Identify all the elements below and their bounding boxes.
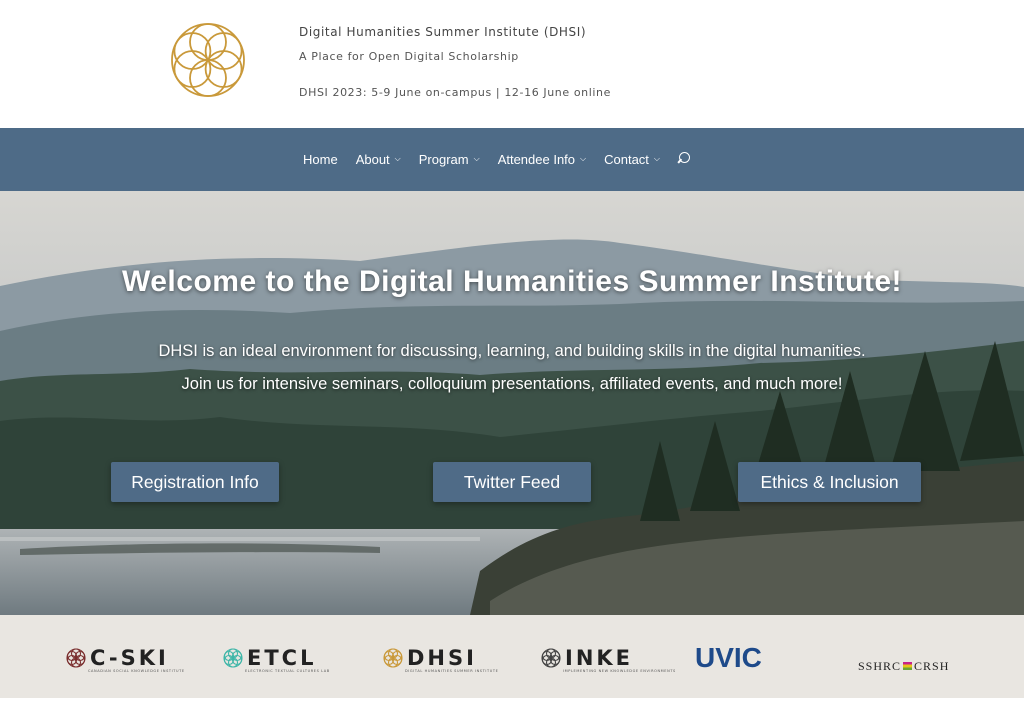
chevron-down-icon: ⌵ (580, 153, 587, 163)
registration-info-button[interactable]: Registration Info (111, 462, 279, 502)
partner-logos: C-SKI CANADIAN SOCIAL KNOWLEDGE INSTITUT… (0, 615, 1024, 698)
nav-list: Home About ⌵ Program ⌵ Attendee Info ⌵ C… (303, 128, 692, 191)
sshrc-logo-text-right: CRSH (914, 658, 950, 673)
site-title[interactable]: Digital Humanities Summer Institute (DHS… (299, 25, 586, 39)
etcl-logo-subtitle: ELECTRONIC TEXTUAL CULTURES LAB (245, 669, 330, 673)
etcl-logo[interactable]: ETCL ELECTRONIC TEXTUAL CULTURES LAB (223, 643, 329, 673)
chevron-down-icon: ⌵ (653, 153, 660, 163)
hero-title: Welcome to the Digital Humanities Summer… (121, 265, 903, 298)
nav-item-attendee-info[interactable]: Attendee Info ⌵ (498, 152, 586, 167)
dhsi-logo[interactable]: DHSI DIGITAL HUMANITIES SUMMER INSTITUTE (383, 643, 498, 673)
inke-logo-subtitle: IMPLEMENTING NEW KNOWLEDGE ENVIRONMENTS (563, 669, 676, 673)
ethics-inclusion-button[interactable]: Ethics & Inclusion (738, 462, 921, 502)
inke-flower-icon (541, 648, 561, 668)
hero-banner: Welcome to the Digital Humanities Summer… (0, 191, 1024, 615)
cski-logo-text: C-SKI (90, 646, 169, 670)
twitter-feed-button[interactable]: Twitter Feed (433, 462, 591, 502)
cski-logo-subtitle: CANADIAN SOCIAL KNOWLEDGE INSTITUTE (88, 669, 185, 673)
nav-item-label: About (355, 152, 390, 167)
cski-logo[interactable]: C-SKI CANADIAN SOCIAL KNOWLEDGE INSTITUT… (66, 643, 184, 673)
search-icon[interactable] (676, 151, 692, 168)
site-header: Digital Humanities Summer Institute (DHS… (0, 0, 1024, 128)
chevron-down-icon: ⌵ (394, 153, 401, 163)
sshrc-color-bars-icon (903, 662, 913, 670)
nav-item-label: Contact (604, 152, 649, 167)
etcl-flower-icon (223, 648, 243, 668)
site-tagline: A Place for Open Digital Scholarship (299, 50, 519, 63)
uvic-logo-text: UVIC (695, 642, 762, 673)
dhsi-logo-text: DHSI (407, 646, 477, 670)
dhsi-logo-subtitle: DIGITAL HUMANITIES SUMMER INSTITUTE (405, 669, 499, 673)
nav-item-label: Home (303, 152, 338, 167)
hero-description-line-2: Join us for intensive seminars, colloqui… (181, 375, 843, 393)
nav-item-contact[interactable]: Contact ⌵ (604, 152, 660, 167)
nav-item-home[interactable]: Home (303, 152, 338, 167)
flower-of-life-logo-icon[interactable] (170, 22, 246, 98)
inke-logo-text: INKE (565, 646, 634, 670)
sshrc-logo[interactable]: SSHRC CRSH (858, 651, 949, 681)
etcl-logo-text: ETCL (247, 646, 317, 670)
event-dates: DHSI 2023: 5-9 June on-campus | 12-16 Ju… (299, 86, 611, 99)
inke-logo[interactable]: INKE IMPLEMENTING NEW KNOWLEDGE ENVIRONM… (541, 643, 675, 673)
main-navigation: Home About ⌵ Program ⌵ Attendee Info ⌵ C… (0, 128, 1024, 191)
nav-item-program[interactable]: Program ⌵ (419, 152, 480, 167)
dhsi-flower-icon (383, 648, 403, 668)
nav-item-about[interactable]: About ⌵ (356, 152, 401, 167)
sshrc-logo-text-left: SSHRC (858, 658, 902, 673)
hero-description-line-1: DHSI is an ideal environment for discuss… (158, 342, 866, 360)
nav-item-label: Attendee Info (497, 152, 576, 167)
chevron-down-icon: ⌵ (473, 153, 480, 163)
nav-item-label: Program (418, 152, 469, 167)
uvic-logo[interactable]: UVIC (695, 642, 762, 673)
landscape-background-image (0, 191, 1024, 615)
cski-flower-icon (66, 648, 86, 668)
